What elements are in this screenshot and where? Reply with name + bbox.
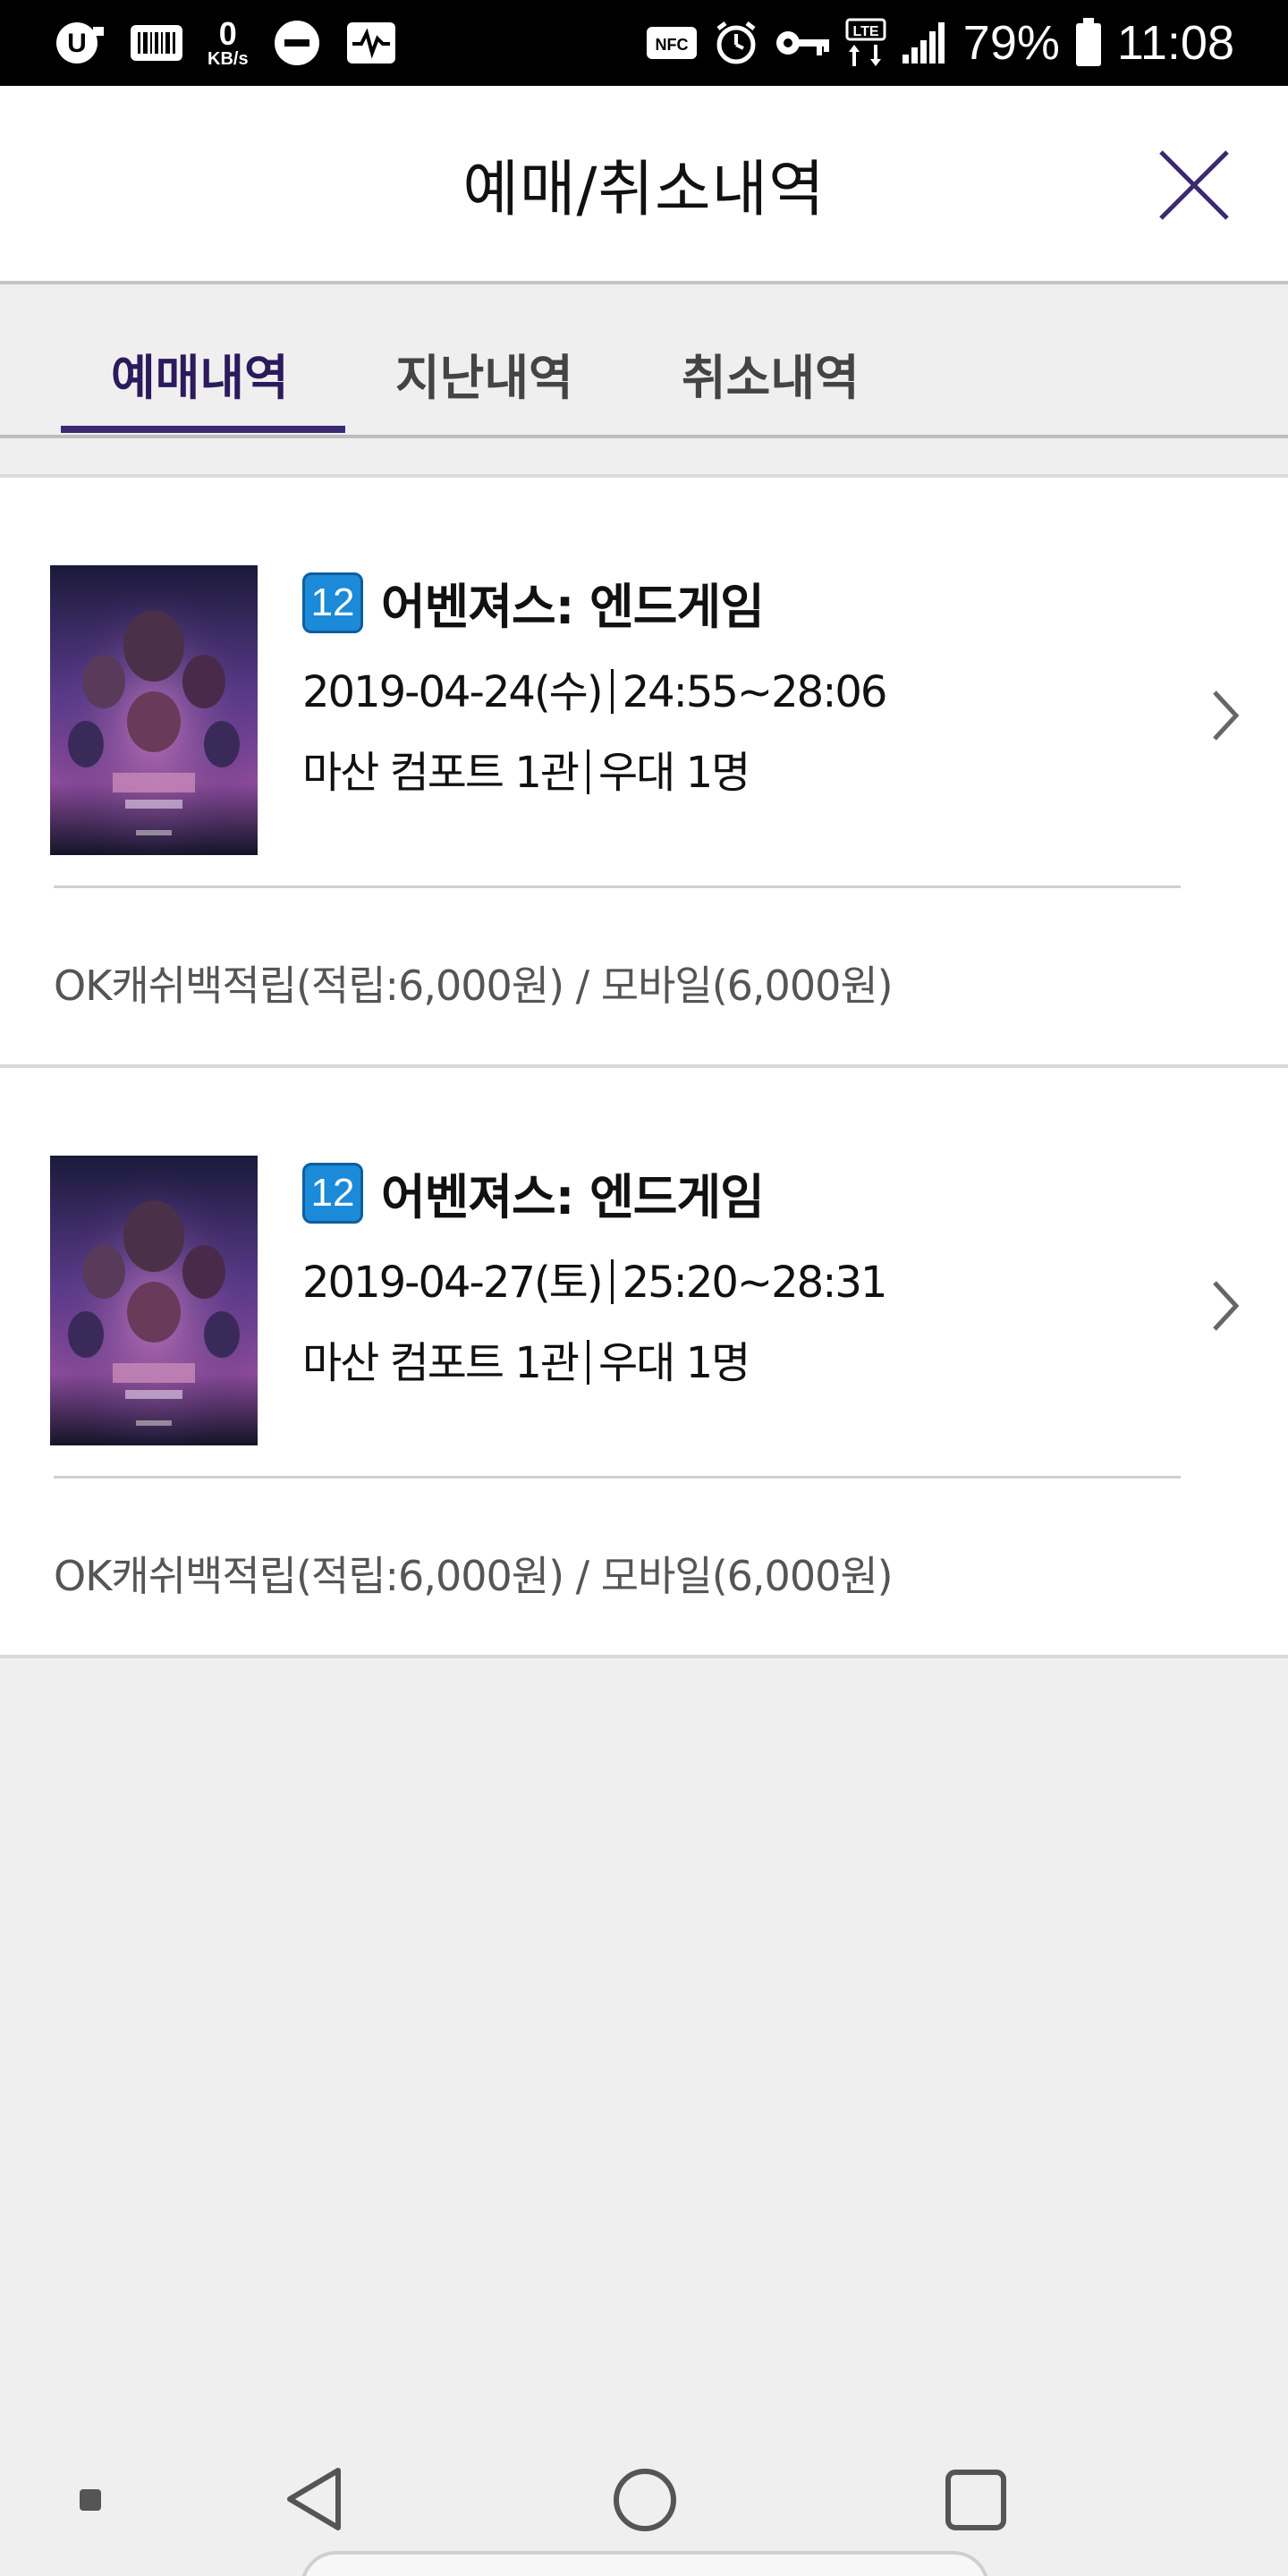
divider <box>54 886 1181 888</box>
close-button[interactable] <box>1154 145 1234 225</box>
speed-value: 0 <box>218 15 237 52</box>
app-header: 예매/취소내역 <box>0 86 1288 284</box>
separator <box>587 1340 590 1385</box>
recents-icon[interactable] <box>945 2469 1007 2535</box>
show-time: 25:20~28:31 <box>622 1258 888 1308</box>
show-time: 24:55~28:06 <box>622 667 888 717</box>
speed-unit: KB/s <box>208 49 249 69</box>
close-icon <box>1159 150 1229 220</box>
divider <box>54 1476 1181 1479</box>
booking-card[interactable]: 12 어벤져스: 엔드게임 2019-04-24(수) 24:55~28:06 마… <box>0 478 1288 1068</box>
lte-icon: LTE <box>845 18 886 68</box>
movie-title: 어벤져스: 엔드게임 <box>381 579 765 635</box>
show-date: 2019-04-24(수) <box>302 667 604 717</box>
nfc-icon: NFC <box>645 23 699 63</box>
theater-line: 마산 컴포트 1관 우대 1명 <box>302 1327 750 1390</box>
movie-title: 어벤져스: 엔드게임 <box>381 1169 765 1225</box>
showtime-line: 2019-04-27(토) 25:20~28:31 <box>302 1247 888 1309</box>
show-date: 2019-04-27(토) <box>302 1258 604 1308</box>
carrier-logo-icon: U <box>54 20 106 66</box>
chevron-right-icon[interactable] <box>1204 1270 1247 1342</box>
theater-name: 마산 컴포트 1관 <box>302 1338 580 1388</box>
theater-line: 마산 컴포트 1관 우대 1명 <box>302 737 750 800</box>
age-rating-badge: 12 <box>302 1163 363 1224</box>
theater-name: 마산 컴포트 1관 <box>302 748 580 798</box>
home-icon[interactable] <box>612 2467 678 2537</box>
signal-icon <box>901 21 949 65</box>
age-rating-badge: 12 <box>302 572 363 633</box>
chevron-right-icon[interactable] <box>1204 680 1247 751</box>
lte-label: LTE <box>852 24 878 39</box>
svg-text:U: U <box>67 29 87 58</box>
booking-card[interactable]: 12 어벤져스: 엔드게임 2019-04-27(토) 25:20~28:31 마… <box>0 1068 1288 1658</box>
tab-past[interactable]: 지난내역 <box>395 338 573 409</box>
movie-poster <box>50 1156 258 1445</box>
tab-cancelled[interactable]: 취소내역 <box>682 338 860 409</box>
movie-poster <box>50 565 258 855</box>
vpn-key-icon <box>774 25 831 61</box>
payment-info: OK캐쉬백적립(적립:6,000원) / 모바일(6,000원) <box>54 1552 894 1600</box>
battery-percent: 79% <box>962 16 1060 70</box>
network-speed: 0 KB/s <box>208 15 249 69</box>
separator <box>610 1259 614 1304</box>
payment-info: OK캐쉬백적립(적립:6,000원) / 모바일(6,000원) <box>54 962 894 1010</box>
audience-info: 우대 1명 <box>598 1338 750 1388</box>
separator <box>587 750 590 794</box>
back-icon[interactable] <box>284 2465 345 2537</box>
barcode-icon <box>129 23 184 63</box>
active-tab-indicator <box>61 426 345 433</box>
tab-bar: 예매내역 지난내역 취소내역 <box>0 284 1288 438</box>
nfc-label: NFC <box>655 36 688 54</box>
do-not-disturb-icon <box>272 18 322 68</box>
activity-icon <box>345 21 397 65</box>
audience-info: 우대 1명 <box>598 748 750 798</box>
showtime-line: 2019-04-24(수) 24:55~28:06 <box>302 657 888 719</box>
tab-reservations[interactable]: 예매내역 <box>111 338 289 409</box>
page-title: 예매/취소내역 <box>462 155 826 225</box>
status-bar: U 0 KB/s NFC LTE 79% 11:08 <box>0 0 1288 86</box>
clock: 11:08 <box>1116 16 1234 70</box>
battery-icon <box>1074 18 1103 68</box>
separator <box>610 669 614 714</box>
alarm-icon <box>713 20 759 66</box>
gesture-handle[interactable] <box>301 2551 989 2576</box>
menu-dot-icon[interactable] <box>79 2488 102 2515</box>
